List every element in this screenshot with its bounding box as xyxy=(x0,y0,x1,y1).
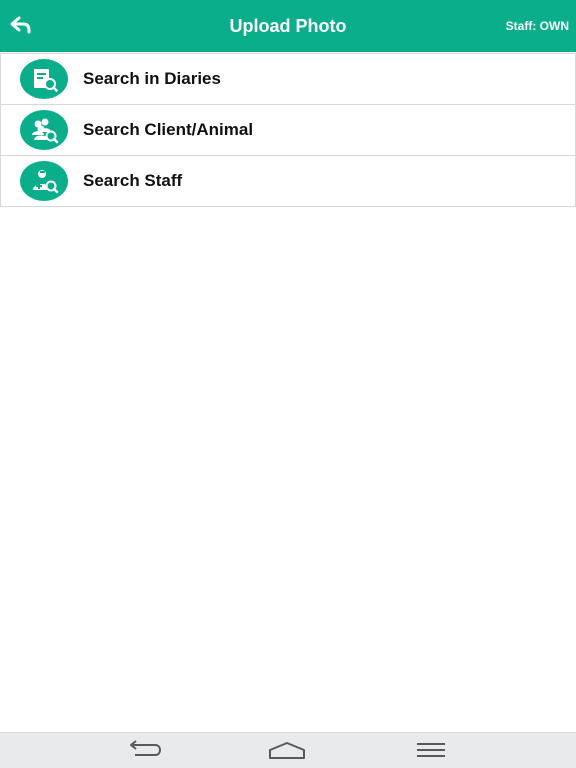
back-icon xyxy=(130,740,162,756)
staff-label: Staff: OWN xyxy=(505,19,569,33)
app-screen: Upload Photo Staff: OWN Search in Diarie… xyxy=(0,0,576,768)
back-arrow-icon xyxy=(10,16,31,34)
page-title: Upload Photo xyxy=(229,16,347,36)
search-in-diaries-item[interactable]: Search in Diaries xyxy=(0,53,576,105)
client-animal-search-icon xyxy=(20,110,68,150)
search-in-diaries-label: Search in Diaries xyxy=(83,69,221,88)
search-staff-item[interactable]: Search Staff xyxy=(0,156,576,207)
system-navigation-bar xyxy=(0,732,576,768)
search-client-animal-item[interactable]: Search Client/Animal xyxy=(0,105,576,156)
staff-search-icon xyxy=(20,161,68,201)
nav-back-button[interactable] xyxy=(125,737,165,763)
search-client-animal-label: Search Client/Animal xyxy=(83,120,254,139)
menu-icon xyxy=(417,743,445,757)
home-icon xyxy=(269,742,305,759)
nav-menu-button[interactable] xyxy=(411,737,451,763)
search-menu: Search in Diaries Search Client/Animal S… xyxy=(0,53,576,207)
nav-home-button[interactable] xyxy=(267,737,307,763)
header-bar: Upload Photo Staff: OWN xyxy=(0,0,576,52)
diary-search-icon xyxy=(20,59,68,99)
search-staff-label: Search Staff xyxy=(83,171,183,190)
back-button[interactable] xyxy=(6,10,36,40)
